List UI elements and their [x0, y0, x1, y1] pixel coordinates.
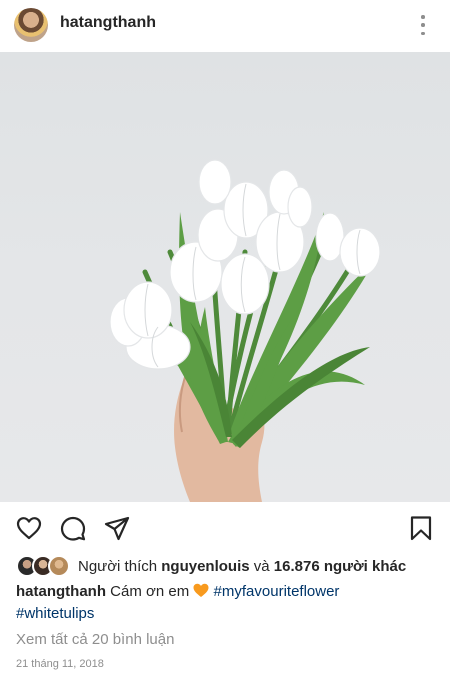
- view-all-comments-link[interactable]: Xem tất cả 20 bình luận: [16, 631, 174, 648]
- caption-text: Cám ơn em: [110, 583, 190, 600]
- orange-heart-icon: [193, 583, 209, 597]
- white-tulips-bouquet-image: [109, 159, 381, 502]
- likes-others-count[interactable]: 16.876 người khác: [274, 558, 406, 575]
- post-actions: [0, 504, 450, 550]
- likes-joiner: và: [253, 557, 270, 575]
- bookmark-icon[interactable]: [407, 514, 435, 542]
- liker-avatar: [48, 555, 70, 577]
- heart-outline-icon[interactable]: [15, 514, 43, 542]
- caption-username[interactable]: hatangthanh: [16, 583, 106, 600]
- post-caption: hatangthanh Cám ơn em #myfavouriteflower…: [16, 581, 436, 625]
- post-date: 21 tháng 11, 2018: [16, 658, 104, 670]
- hashtag-link[interactable]: #whitetulips: [16, 605, 94, 622]
- comment-bubble-icon[interactable]: [59, 514, 87, 542]
- avatar[interactable]: [14, 8, 48, 42]
- hashtag-link[interactable]: #myfavouriteflower: [214, 583, 340, 600]
- more-options-icon[interactable]: [416, 12, 430, 38]
- paper-plane-icon[interactable]: [103, 514, 131, 542]
- post-username[interactable]: hatangthanh: [60, 14, 156, 32]
- likes-prefix: Người thích: [78, 557, 158, 575]
- liker-username[interactable]: nguyenlouis: [161, 558, 249, 575]
- likes-summary[interactable]: Người thích nguyenlouis và 16.876 người …: [16, 555, 406, 577]
- post-photo[interactable]: [0, 52, 450, 502]
- post-header: hatangthanh: [0, 0, 450, 50]
- liker-avatars: [16, 555, 72, 577]
